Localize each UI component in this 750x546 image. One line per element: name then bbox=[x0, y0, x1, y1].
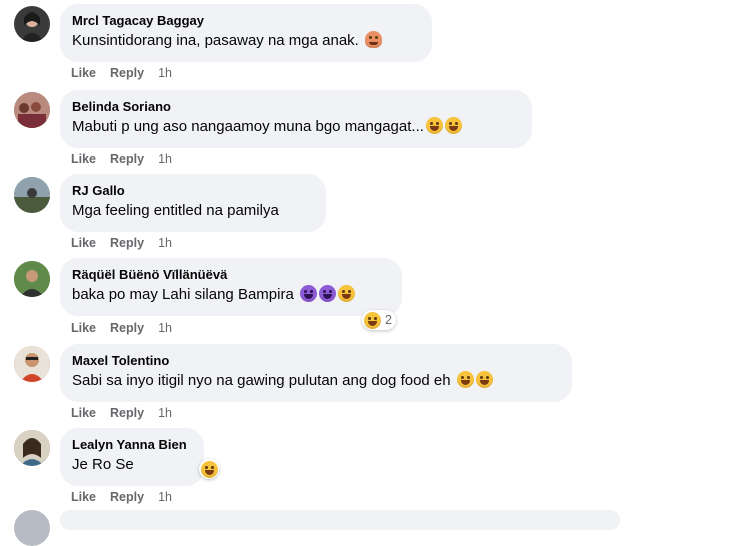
smiling-devil-icon bbox=[318, 285, 336, 302]
tears-of-joy-icon bbox=[337, 285, 355, 302]
comment-author[interactable]: Belinda Soriano bbox=[72, 99, 520, 115]
reaction-summary[interactable]: 2 bbox=[362, 310, 396, 330]
comment-timestamp[interactable]: 1h bbox=[158, 152, 172, 166]
comment-text: Mga feeling entitled na pamilya bbox=[72, 202, 279, 219]
comment-bubble: Mrcl Tagacay Baggay Kunsintidorang ina, … bbox=[60, 4, 432, 62]
like-button[interactable]: Like bbox=[71, 490, 96, 504]
reaction-summary[interactable] bbox=[199, 459, 219, 479]
comment-timestamp[interactable]: 1h bbox=[158, 236, 172, 250]
comment-author[interactable]: Mrcl Tagacay Baggay bbox=[72, 13, 420, 29]
grinning-face-icon bbox=[475, 371, 493, 388]
comment-text: Sabi sa inyo itigil nyo na gawing puluta… bbox=[72, 371, 560, 391]
grinning-face-icon bbox=[456, 371, 474, 388]
avatar[interactable] bbox=[14, 510, 50, 546]
reaction-count: 2 bbox=[385, 313, 392, 327]
like-button[interactable]: Like bbox=[71, 321, 96, 335]
comment-timestamp[interactable]: 1h bbox=[158, 490, 172, 504]
haha-reaction-icon bbox=[200, 460, 218, 478]
reply-button[interactable]: Reply bbox=[110, 66, 144, 80]
like-button[interactable]: Like bbox=[71, 236, 96, 250]
comment-actions: Like Reply 1h bbox=[71, 406, 172, 420]
comment-timestamp[interactable]: 1h bbox=[158, 321, 172, 335]
grinning-face-icon bbox=[444, 117, 462, 134]
comment-actions: Like Reply 1h bbox=[71, 152, 172, 166]
comment-bubble bbox=[60, 510, 620, 530]
comment-author[interactable]: Räqüël Büënö Vïllänüëvä bbox=[72, 267, 390, 283]
comment-text: baka po may Lahi silang Bampira bbox=[72, 285, 390, 305]
avatar[interactable] bbox=[14, 92, 50, 128]
avatar[interactable] bbox=[14, 261, 50, 297]
smiling-devil-icon bbox=[299, 285, 317, 302]
avatar-photo bbox=[14, 177, 50, 213]
like-button[interactable]: Like bbox=[71, 66, 96, 80]
comment-actions: Like Reply 1h bbox=[71, 321, 172, 335]
avatar[interactable] bbox=[14, 6, 50, 42]
comment-text: Kunsintidorang ina, pasaway na mga anak. bbox=[72, 31, 420, 51]
comment-author[interactable]: RJ Gallo bbox=[72, 183, 314, 199]
avatar-photo bbox=[20, 12, 44, 42]
comment-bubble: Belinda Soriano Mabuti p ung aso nangaam… bbox=[60, 90, 532, 148]
comment-timestamp[interactable]: 1h bbox=[158, 66, 172, 80]
avatar-photo bbox=[14, 92, 50, 128]
avatar[interactable] bbox=[14, 346, 50, 382]
comment-author[interactable]: Lealyn Yanna Bien bbox=[72, 437, 192, 453]
comment-text: Je Ro Se bbox=[72, 456, 134, 473]
grinning-face-icon bbox=[425, 117, 443, 134]
avatar-photo bbox=[14, 346, 50, 382]
comment-bubble: RJ Gallo Mga feeling entitled na pamilya bbox=[60, 174, 326, 232]
avatar[interactable] bbox=[14, 177, 50, 213]
comment-text: Mabuti p ung aso nangaamoy muna bgo mang… bbox=[72, 117, 520, 137]
avatar[interactable] bbox=[14, 430, 50, 466]
reply-button[interactable]: Reply bbox=[110, 406, 144, 420]
like-button[interactable]: Like bbox=[71, 406, 96, 420]
comment-timestamp[interactable]: 1h bbox=[158, 406, 172, 420]
person-gesturing-icon bbox=[365, 31, 383, 48]
comment-bubble: Maxel Tolentino Sabi sa inyo itigil nyo … bbox=[60, 344, 572, 402]
comment-actions: Like Reply 1h bbox=[71, 66, 172, 80]
comment-actions: Like Reply 1h bbox=[71, 236, 172, 250]
reply-button[interactable]: Reply bbox=[110, 490, 144, 504]
avatar-photo bbox=[14, 430, 50, 466]
reply-button[interactable]: Reply bbox=[110, 236, 144, 250]
like-button[interactable]: Like bbox=[71, 152, 96, 166]
haha-reaction-icon bbox=[364, 311, 381, 329]
reply-button[interactable]: Reply bbox=[110, 321, 144, 335]
comment-author[interactable]: Maxel Tolentino bbox=[72, 353, 560, 369]
comment-actions: Like Reply 1h bbox=[71, 490, 172, 504]
avatar-photo bbox=[14, 261, 50, 297]
reply-button[interactable]: Reply bbox=[110, 152, 144, 166]
comment-bubble: Lealyn Yanna Bien Je Ro Se bbox=[60, 428, 204, 486]
comment-bubble: Räqüël Büënö Vïllänüëvä baka po may Lahi… bbox=[60, 258, 402, 316]
